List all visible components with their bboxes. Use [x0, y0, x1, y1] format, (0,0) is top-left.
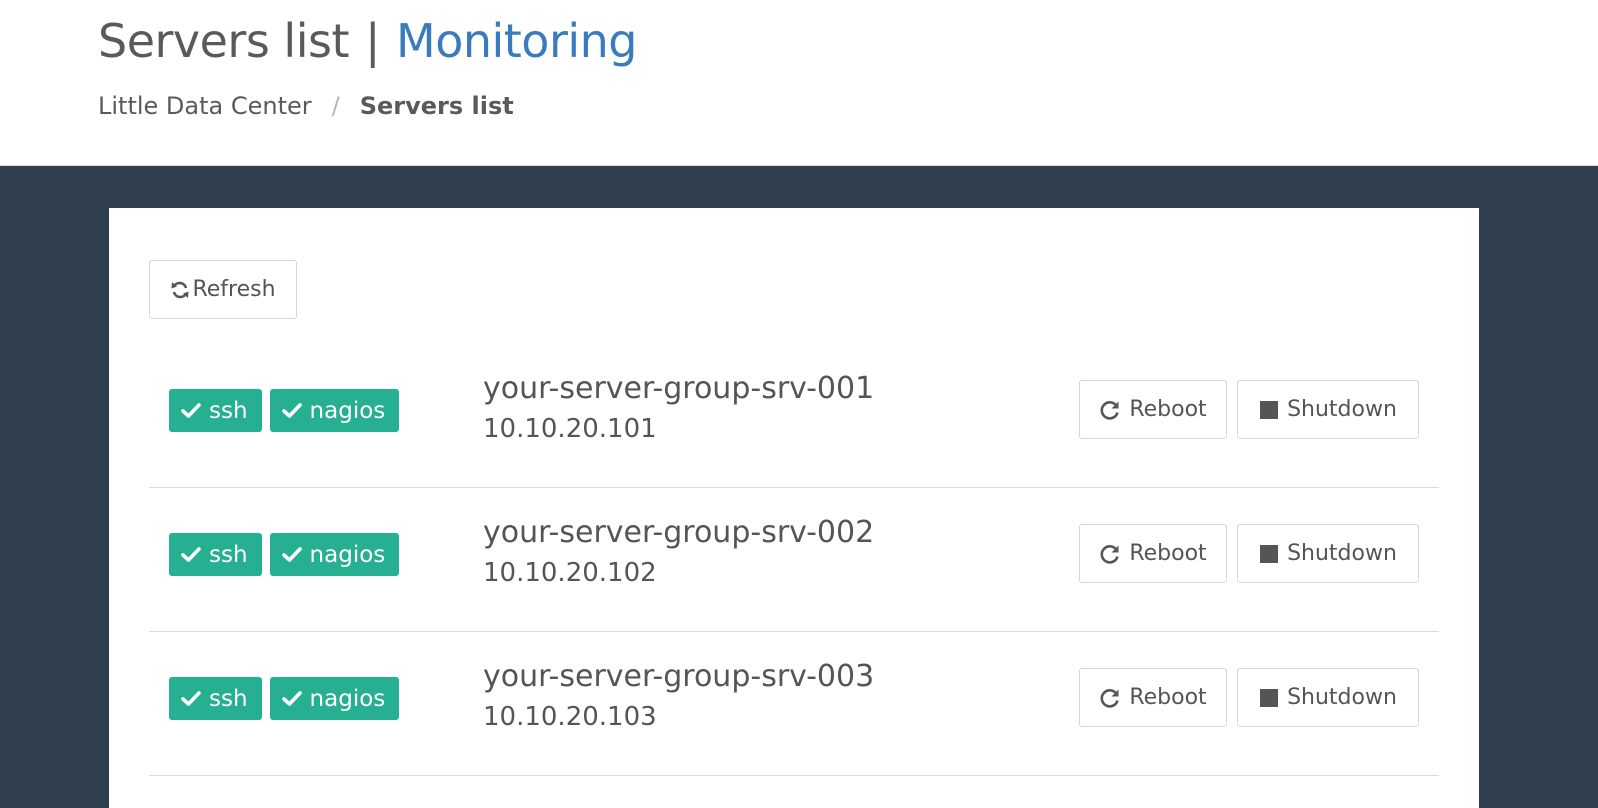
check-icon [181, 402, 201, 419]
server-status-badges: ssh nagios [169, 533, 400, 576]
shutdown-label: Shutdown [1287, 541, 1397, 566]
servers-panel: Refresh ssh nagios your-server-group-srv-0… [109, 208, 1479, 808]
status-badge: ssh [169, 389, 262, 432]
breadcrumb-current: Servers list [359, 92, 514, 120]
reboot-icon [1099, 687, 1121, 709]
shutdown-label: Shutdown [1287, 685, 1397, 710]
check-icon [281, 546, 302, 563]
reboot-button[interactable]: Reboot [1079, 524, 1227, 583]
shutdown-button[interactable]: Shutdown [1237, 380, 1419, 439]
server-row: ssh nagios your-server-group-srv-003 10.10.… [149, 632, 1439, 776]
page-title: Servers list | Monitoring [98, 14, 638, 68]
server-info: your-server-group-srv-001 10.10.20.101 [483, 368, 874, 448]
page-header: Servers list | Monitoring Little Data Cent… [0, 0, 1598, 166]
refresh-icon [170, 280, 190, 300]
refresh-button[interactable]: Refresh [149, 260, 297, 319]
refresh-label: Refresh [192, 277, 276, 302]
status-badge: nagios [269, 533, 400, 576]
reboot-button[interactable]: Reboot [1079, 668, 1227, 727]
server-info: your-server-group-srv-002 10.10.20.102 [483, 512, 874, 592]
server-actions: Reboot Shutdown [1079, 380, 1419, 439]
page-title-main: Servers list [98, 14, 350, 68]
reboot-icon [1099, 399, 1121, 421]
status-badge-label: nagios [309, 685, 386, 712]
server-actions: Reboot Shutdown [1079, 524, 1419, 583]
server-status-badges: ssh nagios [169, 677, 400, 720]
reboot-label: Reboot [1129, 685, 1207, 710]
reboot-icon [1099, 543, 1121, 565]
shutdown-label: Shutdown [1287, 397, 1397, 422]
check-icon [181, 690, 201, 707]
reboot-button[interactable]: Reboot [1079, 380, 1227, 439]
server-hostname: your-server-group-srv-002 [483, 515, 875, 550]
status-badge-label: nagios [309, 541, 386, 568]
server-ip: 10.10.20.103 [483, 702, 657, 732]
stop-icon [1259, 400, 1279, 420]
server-row: ssh nagios your-server-group-srv-001 10.10.… [149, 344, 1439, 488]
status-badge-label: ssh [209, 685, 248, 712]
server-status-badges: ssh nagios [169, 389, 400, 432]
server-info: your-server-group-srv-003 10.10.20.103 [483, 656, 874, 736]
stop-icon [1259, 688, 1279, 708]
server-row: ssh nagios your-server-group-srv-002 10.10.… [149, 488, 1439, 632]
reboot-label: Reboot [1129, 397, 1207, 422]
server-list: ssh nagios your-server-group-srv-001 10.10.… [149, 344, 1439, 776]
breadcrumb: Little Data Center / Servers list [98, 92, 514, 120]
page-title-separator: | [365, 14, 381, 68]
page-title-accent: Monitoring [396, 14, 638, 68]
status-badge: ssh [169, 533, 262, 576]
shutdown-button[interactable]: Shutdown [1237, 668, 1419, 727]
server-actions: Reboot Shutdown [1079, 668, 1419, 727]
shutdown-button[interactable]: Shutdown [1237, 524, 1419, 583]
breadcrumb-root-link[interactable]: Little Data Center [98, 92, 312, 120]
check-icon [281, 402, 302, 419]
check-icon [281, 690, 302, 707]
server-hostname: your-server-group-srv-001 [483, 371, 875, 406]
status-badge-label: nagios [309, 397, 386, 424]
status-badge: ssh [169, 677, 262, 720]
status-badge: nagios [269, 389, 400, 432]
check-icon [181, 546, 201, 563]
stop-icon [1259, 544, 1279, 564]
status-badge: nagios [269, 677, 400, 720]
server-ip: 10.10.20.101 [483, 414, 657, 444]
server-hostname: your-server-group-srv-003 [483, 659, 875, 694]
status-badge-label: ssh [209, 541, 248, 568]
status-badge-label: ssh [209, 397, 248, 424]
breadcrumb-separator: / [331, 92, 340, 120]
server-ip: 10.10.20.102 [483, 558, 657, 588]
reboot-label: Reboot [1129, 541, 1207, 566]
